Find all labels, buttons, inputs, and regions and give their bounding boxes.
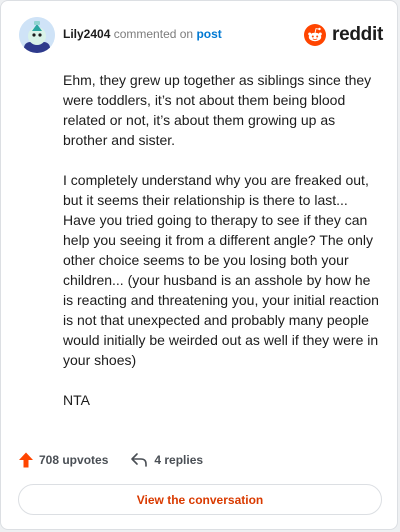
post-link[interactable]: post xyxy=(196,27,221,41)
comment-card: Lily2404 commented on post reddit Ehm, t… xyxy=(0,0,398,530)
comment-paragraph: I completely understand why you are frea… xyxy=(63,172,379,368)
action-text: commented on xyxy=(113,27,194,41)
reply-arrow-icon xyxy=(131,453,148,467)
comment-body: Ehm, they grew up together as siblings s… xyxy=(63,70,381,430)
comment-header: Lily2404 commented on post reddit xyxy=(19,17,383,53)
comment-paragraph: Ehm, they grew up together as siblings s… xyxy=(63,72,372,148)
comment-meta: Lily2404 commented on post xyxy=(63,27,222,41)
username-link[interactable]: Lily2404 xyxy=(63,27,110,41)
comment-paragraph: NTA xyxy=(63,392,90,408)
avatar[interactable] xyxy=(19,17,55,53)
avatar-snoo-illustration xyxy=(19,17,55,53)
reddit-brand[interactable]: reddit xyxy=(304,21,383,49)
replies-count: 4 replies xyxy=(154,453,204,467)
view-conversation-label: View the conversation xyxy=(136,492,264,507)
upvotes-count: 708 upvotes xyxy=(39,453,109,467)
upvote-arrow-icon xyxy=(19,452,33,468)
replies-button[interactable]: 4 replies xyxy=(130,452,203,468)
reddit-logo-icon xyxy=(304,24,327,46)
reddit-wordmark: reddit xyxy=(332,24,383,45)
upvote-button[interactable]: 708 upvotes xyxy=(17,451,108,469)
comment-stats: 708 upvotes 4 replies xyxy=(17,449,203,471)
view-conversation-button[interactable]: View the conversation xyxy=(18,484,382,515)
